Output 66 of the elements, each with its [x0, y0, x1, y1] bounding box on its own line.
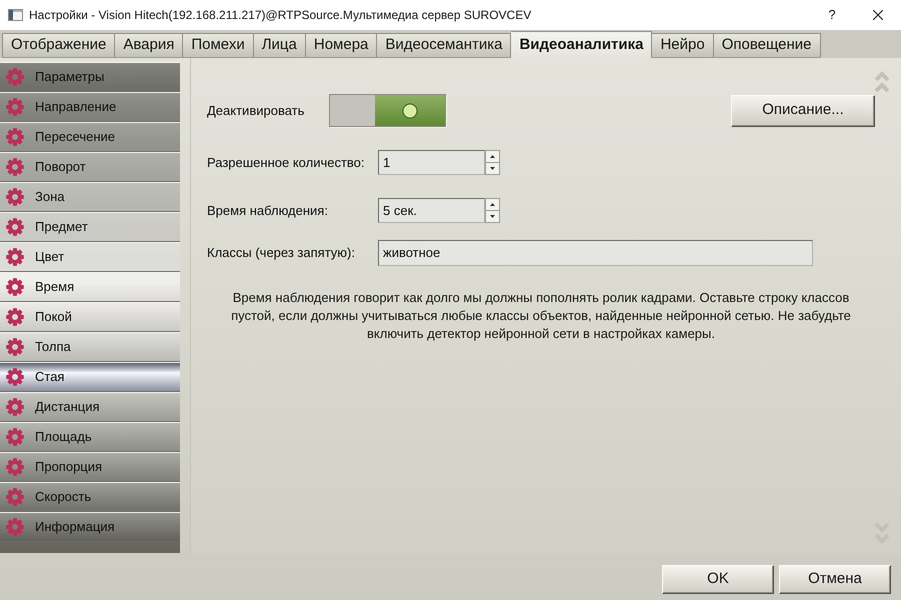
- tab[interactable]: Помехи: [183, 33, 254, 58]
- field-label: Время наблюдения:: [207, 202, 329, 220]
- help-button[interactable]: ?: [809, 0, 855, 30]
- gear-icon: [6, 428, 24, 446]
- sidebar-item[interactable]: Пересечение: [0, 122, 180, 152]
- gear-icon: [6, 488, 24, 506]
- toggle-label: Деактивировать: [207, 102, 306, 120]
- toggle-switch[interactable]: [329, 94, 446, 127]
- tab[interactable]: Видеоаналитика: [511, 31, 652, 58]
- spin-up-button[interactable]: [485, 198, 500, 210]
- sidebar-item[interactable]: Стая: [0, 362, 180, 392]
- gear-icon: [6, 398, 24, 416]
- ok-button[interactable]: OK: [662, 565, 774, 594]
- tab[interactable]: Видеосемантика: [377, 33, 512, 58]
- field-label: Разрешенное количество:: [207, 154, 366, 172]
- gear-icon: [6, 248, 24, 266]
- spin-up-button[interactable]: [485, 150, 500, 162]
- gear-icon: [6, 158, 24, 176]
- cancel-button[interactable]: Отмена: [779, 565, 891, 594]
- sidebar-item[interactable]: Поворот: [0, 152, 180, 182]
- number-field[interactable]: 5 сек.: [378, 198, 485, 223]
- sidebar-item[interactable]: Покой: [0, 302, 180, 332]
- sidebar-item[interactable]: Параметры: [0, 62, 180, 92]
- caret-down-icon: [490, 166, 495, 170]
- sidebar-item[interactable]: Скорость: [0, 482, 180, 512]
- spin-down-button[interactable]: [485, 162, 500, 175]
- sidebar-item[interactable]: Толпа: [0, 332, 180, 362]
- gear-icon: [6, 98, 24, 116]
- sidebar-item[interactable]: Время: [0, 272, 180, 302]
- app-icon: [8, 9, 23, 21]
- gear-icon: [6, 68, 24, 86]
- field-label: Классы (через запятую):: [207, 244, 356, 262]
- caret-up-icon: [490, 202, 495, 206]
- caret-down-icon: [490, 214, 495, 218]
- close-icon: [873, 10, 883, 20]
- sidebar-item[interactable]: Пропорция: [0, 452, 180, 482]
- gear-icon: [6, 128, 24, 146]
- window-title: Настройки - Vision Hitech(192.168.211.217)@RTPSource.Мультимедиа сервер SUROVCEV: [29, 7, 532, 24]
- text-field[interactable]: животное: [378, 240, 813, 266]
- toggle-knob[interactable]: [402, 102, 418, 118]
- tab[interactable]: Авария: [115, 33, 184, 58]
- gear-icon: [6, 338, 24, 356]
- sidebar-item[interactable]: Цвет: [0, 242, 180, 272]
- gear-icon: [6, 308, 24, 326]
- tab[interactable]: Лица: [254, 33, 306, 58]
- gear-icon: [6, 218, 24, 236]
- tab[interactable]: Нейро: [652, 33, 714, 58]
- gear-icon: [6, 458, 24, 476]
- tab[interactable]: Отображение: [2, 33, 116, 58]
- gear-icon: [6, 368, 24, 386]
- sidebar-item[interactable]: Предмет: [0, 212, 180, 242]
- description-button[interactable]: Описание...: [731, 94, 875, 126]
- sidebar-item[interactable]: Площадь: [0, 422, 180, 452]
- caret-up-icon: [490, 154, 495, 158]
- sidebar-item[interactable]: Направление: [0, 92, 180, 122]
- hint-text: Время наблюдения говорит как долго мы должны пополнять ролик кадрами. Оставьте строку классов пустой, если должны учитываться любые классы объектов, найденные нейронной сетью. Не забудьте включить детектор нейронной сети в настройках камеры.: [230, 289, 852, 343]
- number-field[interactable]: 1: [378, 150, 485, 175]
- sidebar-item[interactable]: Информация: [0, 512, 180, 542]
- gear-icon: [6, 188, 24, 206]
- tab[interactable]: Оповещение: [714, 33, 821, 58]
- gear-icon: [6, 518, 24, 536]
- gear-icon: [6, 278, 24, 296]
- tab[interactable]: Номера: [306, 33, 378, 58]
- spin-down-button[interactable]: [485, 210, 500, 223]
- sidebar-item[interactable]: Дистанция: [0, 392, 180, 422]
- sidebar-item[interactable]: Зона: [0, 182, 180, 212]
